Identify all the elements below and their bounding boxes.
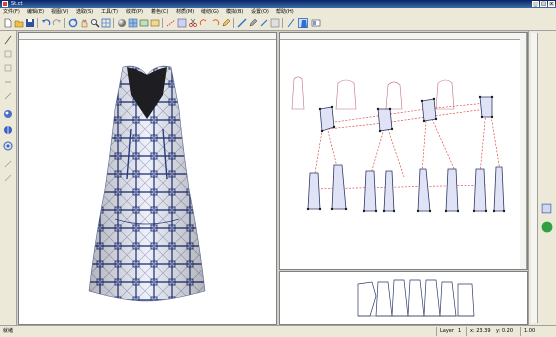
- material-icon[interactable]: [3, 63, 13, 73]
- pattern-list-panel[interactable]: [279, 271, 528, 325]
- menu-view[interactable]: 视图(V): [51, 9, 68, 15]
- pen-icon[interactable]: [248, 18, 258, 28]
- layer-label: Layer: [440, 328, 454, 334]
- material-icon[interactable]: [541, 203, 552, 214]
- menu-color[interactable]: 着色(C): [151, 9, 168, 15]
- menu-material[interactable]: 材质(M): [176, 9, 194, 15]
- maximize-button[interactable]: □: [540, 1, 547, 7]
- close-button[interactable]: x: [548, 1, 555, 7]
- pen-icon[interactable]: [3, 159, 13, 169]
- ruler-icon[interactable]: [237, 18, 247, 28]
- menu-tools[interactable]: 工具(T): [101, 9, 118, 15]
- coord-x: x: 23.39: [470, 328, 491, 334]
- undo-icon[interactable]: [41, 18, 51, 28]
- pen-icon[interactable]: [221, 18, 231, 28]
- open-file-icon[interactable]: [14, 18, 24, 28]
- pattern-piece: [375, 281, 393, 317]
- texture-icon[interactable]: [128, 18, 138, 28]
- menu-select[interactable]: 选取(S): [76, 9, 93, 15]
- dress-3d-model[interactable]: [19, 39, 276, 324]
- stitch-icon[interactable]: [166, 18, 176, 28]
- vertical-ruler: [520, 33, 527, 269]
- ruler-icon[interactable]: [286, 18, 296, 28]
- menu-edit[interactable]: 编辑(E): [27, 9, 44, 15]
- render-sphere-icon[interactable]: [3, 109, 13, 119]
- left-tool-palette: [0, 31, 17, 325]
- window-title: St.ct: [11, 1, 23, 7]
- coord-y: y: 0.20: [496, 328, 514, 334]
- pattern-piece: [407, 279, 425, 317]
- render-sphere-icon[interactable]: [3, 125, 13, 135]
- menu-simulate[interactable]: 模拟(B): [226, 9, 243, 15]
- pattern-pieces-strip[interactable]: [280, 272, 527, 324]
- pattern-layout-canvas[interactable]: [280, 39, 520, 269]
- redo-icon[interactable]: [52, 18, 62, 28]
- pen-icon[interactable]: [259, 18, 269, 28]
- menu-sew[interactable]: 缝纫(G): [201, 9, 219, 15]
- status-bar: 就绪 Layer 1 x: 23.39 y: 0.20 1.00: [0, 325, 556, 337]
- texture-icon[interactable]: [311, 18, 321, 28]
- menu-pattern[interactable]: 纹样(P): [126, 9, 143, 15]
- bodice-pieces[interactable]: [319, 96, 493, 132]
- layer-value: 1: [458, 328, 462, 334]
- skirt-pieces[interactable]: [307, 164, 505, 212]
- app-icon: [2, 1, 8, 7]
- right-tool-palette: [528, 31, 556, 325]
- vertical-ruler: [531, 33, 538, 323]
- 2d-pattern-panel[interactable]: [279, 32, 528, 270]
- cut-icon[interactable]: [188, 18, 198, 28]
- save-icon[interactable]: [25, 18, 35, 28]
- material-icon[interactable]: [270, 18, 280, 28]
- ruler-icon[interactable]: [3, 35, 13, 45]
- material-icon[interactable]: [177, 18, 187, 28]
- menu-help[interactable]: 帮助(H): [276, 9, 294, 15]
- new-file-icon[interactable]: [3, 18, 13, 28]
- pattern-piece: [439, 281, 457, 317]
- stitch-icon[interactable]: [3, 91, 13, 101]
- menu-settings[interactable]: 设置(O): [251, 9, 269, 15]
- pen-icon[interactable]: [3, 49, 13, 59]
- cut-icon[interactable]: [3, 77, 13, 87]
- fit-view-icon[interactable]: [101, 18, 111, 28]
- minimize-button[interactable]: _: [532, 1, 539, 7]
- simulate-icon[interactable]: [139, 18, 149, 28]
- zoom-level: 1.00: [524, 328, 536, 334]
- rotate-icon[interactable]: [68, 18, 78, 28]
- main-toolbar: [0, 16, 556, 31]
- status-text: 就绪: [3, 328, 14, 334]
- render-sphere-icon[interactable]: [3, 141, 13, 151]
- tshirt-icon[interactable]: [298, 18, 308, 28]
- simulate-icon[interactable]: [541, 221, 553, 233]
- pattern-piece: [357, 281, 377, 317]
- zoom-icon[interactable]: [90, 18, 100, 28]
- pen-icon[interactable]: [3, 173, 13, 183]
- 3d-view-panel[interactable]: [18, 32, 277, 325]
- hand-pan-icon[interactable]: [79, 18, 89, 28]
- title-bar: St.ct _ □ x: [0, 0, 556, 8]
- render-sphere-icon[interactable]: [117, 18, 127, 28]
- menu-file[interactable]: 文件(F): [3, 9, 20, 15]
- pattern-piece: [423, 279, 441, 317]
- pattern-piece: [391, 279, 409, 317]
- redo-icon[interactable]: [199, 18, 209, 28]
- material-icon[interactable]: [150, 18, 160, 28]
- pattern-piece: [457, 283, 475, 317]
- undo-icon[interactable]: [210, 18, 220, 28]
